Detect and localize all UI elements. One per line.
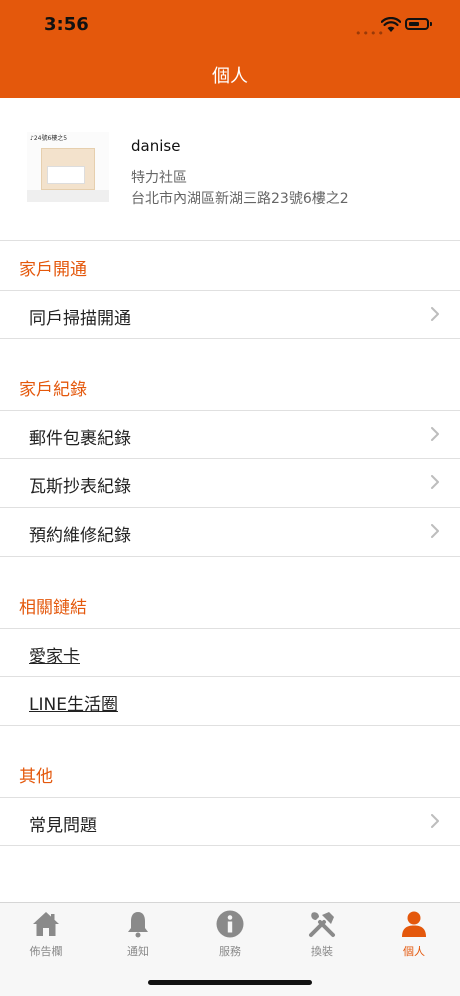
tab-services[interactable]: 服務 [184,909,276,965]
link-label[interactable]: 愛家卡 [29,642,80,667]
tab-label: 換裝 [311,945,333,958]
top-bar: 3:56 •••• 個人 [0,0,460,98]
house-icon [33,912,59,936]
menu-item-label: 預約維修紀錄 [29,526,131,546]
person-icon [402,911,426,937]
section-title-activation: 家戶開通 [19,260,87,280]
section-title-links: 相關鏈結 [19,598,87,618]
chevron-right-icon [431,814,439,828]
tab-label: 個人 [403,945,425,958]
profile-address: 台北市內湖區新湖三路23號6樓之2 [131,191,349,207]
tab-label: 服務 [219,945,241,958]
menu-item-gas-records[interactable]: 瓦斯抄表紀錄 [0,459,460,508]
menu-item-repair-records[interactable]: 預約維修紀錄 [0,508,460,557]
chevron-right-icon [431,524,439,538]
link-item-line-circle[interactable]: LINE生活圈 [0,677,460,726]
tab-notifications[interactable]: 通知 [92,909,184,965]
tab-install[interactable]: 換裝 [276,909,368,965]
profile-image: ♪24號6樓之5 [27,132,109,202]
wifi-icon [381,17,401,32]
status-time: 3:56 [44,14,89,35]
menu-item-label: 郵件包裹紀錄 [29,429,131,449]
tab-label: 佈告欄 [29,945,63,958]
chevron-right-icon [431,475,439,489]
link-item-love-home-card[interactable]: 愛家卡 [0,628,460,677]
bell-icon [128,912,148,938]
chevron-right-icon [431,307,439,321]
battery-icon [405,18,432,30]
tools-icon [309,912,335,937]
chevron-right-icon [431,427,439,441]
profile-image-caption: ♪24號6樓之5 [30,135,68,142]
info-icon [216,910,244,938]
profile-community: 特力社區 [131,170,187,186]
menu-item-label: 瓦斯抄表紀錄 [29,477,131,497]
menu-item-household-scan[interactable]: 同戶掃描開通 [0,290,460,339]
page-title: 個人 [212,66,248,87]
profile-username: danise [131,137,181,155]
menu-item-label: 常見問題 [29,816,97,836]
tab-bulletin[interactable]: 佈告欄 [0,909,92,965]
menu-item-label: 同戶掃描開通 [29,309,131,329]
menu-item-mail-records[interactable]: 郵件包裹紀錄 [0,410,460,459]
tab-profile[interactable]: 個人 [368,909,460,965]
link-label[interactable]: LINE生活圈 [29,690,118,715]
section-title-records: 家戶紀錄 [19,380,87,400]
home-indicator [148,980,312,985]
profile-card[interactable]: ♪24號6樓之5 [0,98,460,241]
tab-label: 通知 [127,945,149,958]
menu-item-faq[interactable]: 常見問題 [0,797,460,846]
section-title-other: 其他 [19,767,53,787]
